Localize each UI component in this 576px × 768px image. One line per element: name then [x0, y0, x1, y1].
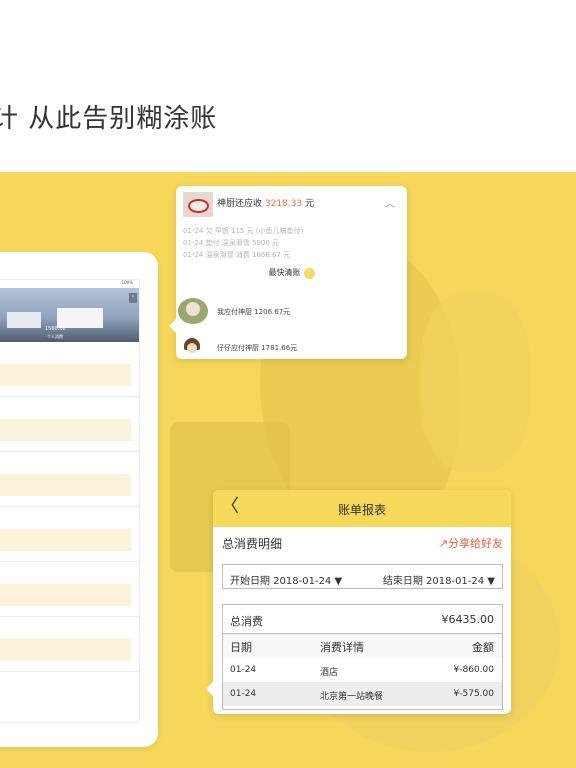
quick-settle[interactable]: 最快清账? [176, 267, 407, 279]
owe-line: 01-24 欠 早饭 115 元 (小鱼儿稿垫付) [183, 227, 304, 235]
list-item[interactable] [0, 507, 139, 562]
owe-amount: 3218.33 [264, 199, 303, 209]
table-row[interactable]: 01-24 酒店 ¥-860.00 [223, 658, 502, 682]
row-detail: 北京第一站晚餐 [320, 692, 384, 702]
payment-line: 仔仔应付神厨 1781.66元 [217, 344, 298, 352]
avatar-face [186, 302, 200, 316]
row-date: 01-24 [230, 689, 257, 699]
total-row: 总消费 ¥6435.00 [223, 605, 502, 634]
payment-line: 我应付神厨 1206.67元 [217, 308, 291, 316]
list-item-bar [0, 639, 131, 661]
share-button[interactable]: ↗分享给好友 [439, 535, 503, 551]
list-item[interactable] [0, 617, 139, 672]
tablet-screen: 100% 1560.08 个人消费 › [0, 279, 140, 723]
share-icon: ↗ [438, 537, 448, 550]
caret-up-icon[interactable]: ︿ [385, 195, 395, 210]
row-detail: 酒店 [320, 668, 339, 678]
quick-settle-label: 最快清账 [268, 268, 301, 277]
column-header-detail: 消费详情 [320, 641, 364, 654]
list-item-bar [0, 529, 131, 551]
owe-title: 神厨还应收 3218.33 元 [217, 196, 314, 209]
start-date-select[interactable]: 开始日期 2018-01-24 ▼ [230, 572, 342, 587]
help-icon[interactable]: ? [303, 268, 315, 279]
share-label: 分享给好友 [448, 537, 503, 550]
tablet-amount: 1560.08 [45, 326, 66, 332]
background-shape [420, 292, 530, 472]
tablet-header-photo: 1560.08 个人消费 › [0, 288, 139, 342]
photo-building [7, 312, 41, 328]
avatar-face [187, 343, 197, 353]
owe-line: 01-24 垫付 温泉滑雪 5000 元 [183, 239, 280, 247]
tablet-status-bar: 100% [121, 280, 133, 285]
owe-title-prefix: 神厨还应收 [217, 199, 265, 209]
end-date-select[interactable]: 结束日期 2018-01-24 ▼ [383, 572, 495, 587]
section-title: 总消费明细 [222, 537, 283, 551]
cake-icon [188, 199, 209, 213]
column-header-amount: 金额 [472, 641, 494, 654]
table-row[interactable]: 01-24 北京第一站晚餐 ¥-575.00 [223, 682, 502, 706]
report-header: 〈 账单报表 [213, 490, 511, 527]
list-item-bar [0, 474, 131, 496]
report-title: 账单报表 [337, 503, 386, 517]
user-avatar [184, 338, 200, 358]
user-avatar [178, 298, 208, 324]
row-amount: ¥-575.00 [453, 689, 494, 699]
total-value: ¥6435.00 [441, 613, 495, 626]
date-range-picker: 开始日期 2018-01-24 ▼ 结束日期 2018-01-24 ▼ [222, 564, 503, 589]
list-item[interactable] [0, 397, 139, 452]
owe-line: 01-24 温泉滑雪 消费 1666.67 元 [183, 251, 291, 259]
cake-avatar [183, 192, 213, 217]
list-item[interactable] [0, 342, 139, 397]
owe-title-suffix: 元 [302, 199, 314, 209]
list-item-bar [0, 364, 131, 386]
list-item-bar [0, 584, 131, 606]
owe-card: 神厨还应收 3218.33 元 ︿ 01-24 欠 早饭 115 元 (小鱼儿稿… [169, 186, 407, 359]
tablet-mockup: 100% 1560.08 个人消费 › [0, 252, 158, 747]
headline: 计 从此告别糊涂账 [0, 104, 218, 134]
list-item[interactable] [0, 562, 139, 617]
tablet-amount-label: 个人消费 [47, 334, 63, 339]
report-table: 总消费 ¥6435.00 日期 消费详情 金额 01-24 酒店 ¥-860.0… [222, 604, 503, 710]
photo-building [57, 308, 103, 328]
column-header-date: 日期 [230, 641, 252, 654]
report-card: 〈 账单报表 总消费明细 ↗分享给好友 开始日期 2018-01-24 ▼ 结束… [206, 490, 511, 714]
row-date: 01-24 [230, 665, 257, 675]
table-header: 日期 消费详情 金额 [223, 634, 502, 658]
row-amount: ¥-860.00 [453, 665, 494, 675]
list-item-bar [0, 419, 131, 441]
total-label: 总消费 [230, 615, 263, 628]
chevron-right-icon[interactable]: › [129, 293, 137, 303]
list-item[interactable] [0, 452, 139, 507]
